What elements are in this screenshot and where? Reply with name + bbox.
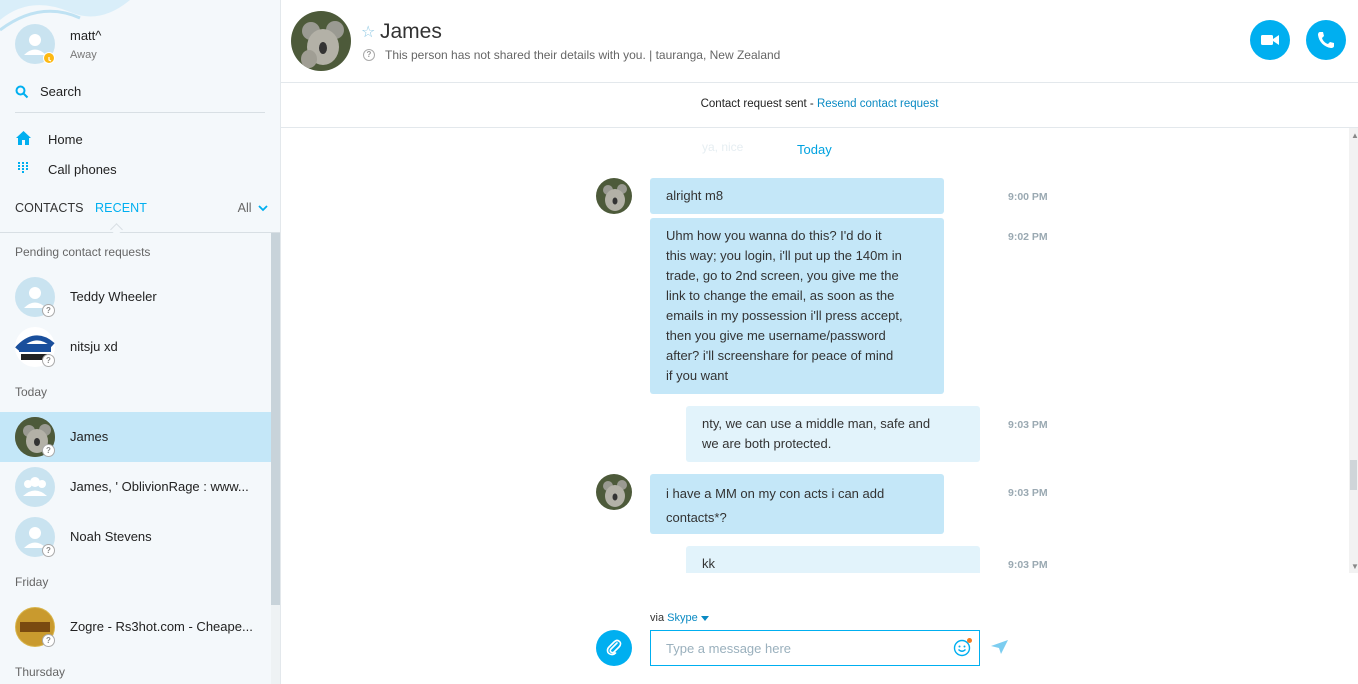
banner-text: Contact request sent - Resend contact re…	[281, 98, 1358, 110]
koala-avatar-icon	[291, 11, 351, 71]
group-header-friday: Friday	[15, 575, 49, 589]
recent-list: Pending contact requests ? Teddy Wheeler…	[0, 233, 271, 684]
message-text: alright m8	[666, 188, 724, 203]
profile-name: matt^	[70, 28, 102, 43]
tab-recent[interactable]: RECENT	[95, 201, 147, 215]
info-question-icon: ?	[363, 49, 375, 61]
pending-status-icon: ?	[42, 544, 55, 557]
send-via-selector[interactable]: via Skype	[650, 612, 709, 624]
sidebar-scroll-thumb[interactable]	[271, 233, 280, 605]
avatar	[15, 467, 55, 507]
away-status-icon	[43, 52, 55, 64]
profile-status[interactable]: Away	[70, 49, 97, 61]
chevron-down-icon	[700, 616, 709, 621]
koala-avatar-icon	[596, 474, 632, 510]
group-icon	[23, 477, 47, 496]
sender-avatar[interactable]	[596, 178, 632, 214]
message-text: Uhm how you wanna do this? I'd do it thi…	[666, 228, 903, 383]
pending-status-icon: ?	[42, 304, 55, 317]
sender-avatar[interactable]	[596, 474, 632, 510]
conversation-pane: ☆ James ? This person has not shared the…	[281, 0, 1358, 684]
list-item-noah-stevens[interactable]: ? Noah Stevens	[0, 512, 271, 562]
video-call-button[interactable]	[1250, 20, 1290, 60]
dialpad-icon	[18, 162, 28, 173]
resend-request-link[interactable]: Resend contact request	[817, 98, 938, 110]
sidebar: matt^ Away Search Home Call phones CONTA…	[0, 0, 281, 684]
message-text: i have a MM on my con acts i can add con…	[666, 486, 885, 525]
nav-home[interactable]: Home	[15, 128, 265, 154]
notification-dot	[967, 638, 972, 643]
contact-info: This person has not shared their details…	[385, 48, 781, 62]
tab-contacts[interactable]: CONTACTS	[15, 201, 84, 215]
send-icon[interactable]	[991, 640, 1008, 654]
contact-name-title: James	[380, 20, 442, 43]
message-text: nty, we can use a middle man, safe and w…	[702, 416, 931, 451]
message-bubble[interactable]: alright m8	[650, 178, 944, 214]
search[interactable]: Search	[15, 82, 265, 113]
filter-label: All	[237, 201, 252, 215]
profile[interactable]: matt^ Away	[15, 24, 265, 68]
nav-home-label: Home	[48, 132, 83, 147]
group-header-thursday: Thursday	[15, 665, 66, 679]
pending-status-icon: ?	[42, 354, 55, 367]
message-bubble[interactable]: i have a MM on my con acts i can add con…	[650, 474, 944, 534]
list-item-teddy-wheeler[interactable]: ? Teddy Wheeler	[0, 272, 271, 322]
video-camera-icon	[1261, 35, 1279, 45]
pending-status-icon: ?	[42, 444, 55, 457]
message-bubble-outgoing[interactable]: nty, we can use a middle man, safe and w…	[686, 406, 980, 462]
message-text: kk	[702, 556, 715, 571]
phone-icon	[1318, 32, 1334, 48]
conversation-scrollbar[interactable]	[1349, 128, 1358, 573]
audio-call-button[interactable]	[1306, 20, 1346, 60]
nav-call-phones[interactable]: Call phones	[15, 158, 265, 184]
search-icon	[15, 85, 29, 99]
faded-previous-message: ya, nice	[702, 140, 744, 154]
nav-call-phones-label: Call phones	[48, 162, 117, 177]
message-time: 9:02 PM	[1008, 231, 1048, 243]
contact-name: Zogre - Rs3hot.com - Cheape...	[70, 619, 253, 634]
group-header-today: Today	[15, 385, 48, 399]
scroll-down-icon[interactable]: ▼	[1351, 562, 1358, 571]
conversation-header: ☆ James ? This person has not shared the…	[281, 0, 1358, 83]
favorite-star-icon[interactable]: ☆	[361, 22, 375, 42]
contact-avatar[interactable]	[291, 11, 351, 71]
list-item-group-chat[interactable]: James, ' OblivionRage : www...	[0, 462, 271, 512]
contact-tabs: CONTACTS RECENT All	[0, 198, 280, 236]
group-header-pending: Pending contact requests	[15, 245, 151, 259]
filter-dropdown[interactable]: All	[238, 201, 268, 215]
message-time: 9:03 PM	[1008, 419, 1048, 431]
contact-name: Teddy Wheeler	[70, 289, 157, 304]
message-input[interactable]	[651, 631, 971, 665]
message-time: 9:00 PM	[1008, 191, 1048, 203]
contact-name: nitsju xd	[70, 339, 118, 354]
scroll-up-icon[interactable]: ▲	[1351, 131, 1358, 140]
message-time: 9:03 PM	[1008, 559, 1048, 571]
conversation-scroll-thumb[interactable]	[1350, 460, 1357, 490]
banner-label: Contact request sent -	[700, 98, 817, 110]
via-service: Skype	[667, 612, 698, 624]
search-label: Search	[40, 84, 82, 99]
day-separator: Today	[797, 142, 832, 157]
message-history[interactable]: ya, nice Today alright m8 9:00 PM Uhm ho…	[281, 128, 1349, 573]
contact-request-banner: Contact request sent - Resend contact re…	[281, 83, 1358, 128]
paperclip-icon	[606, 639, 622, 656]
message-bubble[interactable]: Uhm how you wanna do this? I'd do it thi…	[650, 218, 944, 394]
attach-button[interactable]	[596, 630, 632, 666]
message-time: 9:03 PM	[1008, 487, 1048, 499]
via-label: via	[650, 612, 668, 624]
home-icon	[16, 131, 31, 145]
message-bubble-outgoing[interactable]: kk	[686, 546, 980, 573]
contact-name: Noah Stevens	[70, 529, 152, 544]
message-input-box[interactable]	[650, 630, 980, 666]
contact-name: James, ' OblivionRage : www...	[70, 479, 249, 494]
pending-status-icon: ?	[42, 634, 55, 647]
contact-name: James	[70, 429, 109, 444]
list-item-zogre[interactable]: ? Zogre - Rs3hot.com - Cheape...	[0, 602, 271, 652]
list-item-nitsju-xd[interactable]: ? nitsju xd	[0, 322, 271, 372]
list-item-james[interactable]: ? James	[0, 412, 271, 462]
koala-avatar-icon	[596, 178, 632, 214]
chevron-down-icon	[258, 205, 268, 212]
